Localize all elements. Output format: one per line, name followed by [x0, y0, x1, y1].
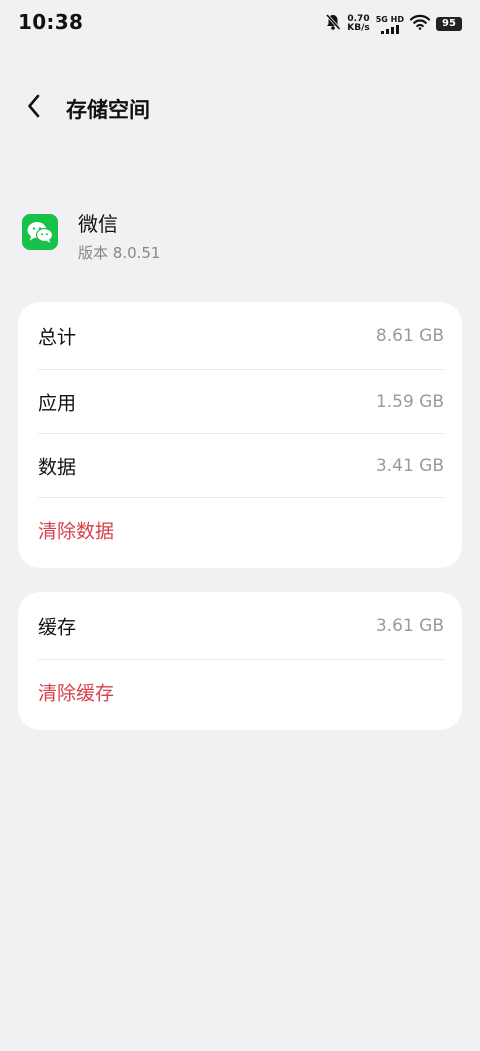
status-icons: 0.70 KB/s 5G HD 95 [325, 12, 462, 36]
storage-card: 总计 8.61 GB 应用 1.59 GB 数据 3.41 GB 清除数据 [18, 302, 462, 568]
data-label: 数据 [38, 456, 77, 479]
total-value: 8.61 GB [375, 326, 444, 346]
header: 存储空间 [0, 80, 480, 136]
page-title: 存储空间 [66, 98, 150, 122]
wechat-icon [22, 214, 58, 250]
clear-data-button[interactable]: 清除数据 [38, 498, 444, 562]
net-speed-unit: KB/s [347, 23, 370, 33]
cache-card: 缓存 3.61 GB 清除缓存 [18, 592, 462, 730]
app-info: 微信 版本 8.0.51 [22, 206, 458, 268]
cache-value: 3.61 GB [375, 616, 444, 636]
app-name: 微信 [78, 212, 118, 236]
battery-indicator: 95 [436, 17, 462, 31]
wifi-icon [409, 14, 431, 34]
cache-label: 缓存 [38, 616, 77, 639]
status-bar: 10:38 0.70 KB/s 5G HD 95 [0, 0, 480, 48]
cellular-signal: 5G HD [376, 15, 404, 34]
status-time: 10:38 [18, 10, 84, 34]
clear-data-label: 清除数据 [38, 520, 115, 543]
clear-cache-button[interactable]: 清除缓存 [38, 660, 444, 724]
storage-data-row: 数据 3.41 GB [38, 434, 444, 498]
app-version: 版本 8.0.51 [78, 244, 161, 262]
cache-row: 缓存 3.61 GB [38, 592, 444, 660]
clear-cache-label: 清除缓存 [38, 682, 115, 705]
back-button[interactable] [16, 90, 52, 126]
storage-total-row: 总计 8.61 GB [38, 302, 444, 370]
net-speed: 0.70 KB/s [347, 15, 369, 33]
signal-bars-icon [380, 24, 399, 34]
app-value: 1.59 GB [375, 392, 444, 412]
app-label: 应用 [38, 392, 77, 415]
data-value: 3.41 GB [375, 456, 444, 476]
bell-muted-icon [325, 13, 341, 35]
total-label: 总计 [38, 326, 77, 349]
network-type: 5G HD [375, 14, 404, 24]
chevron-left-icon [27, 94, 41, 122]
storage-app-row: 应用 1.59 GB [38, 370, 444, 434]
